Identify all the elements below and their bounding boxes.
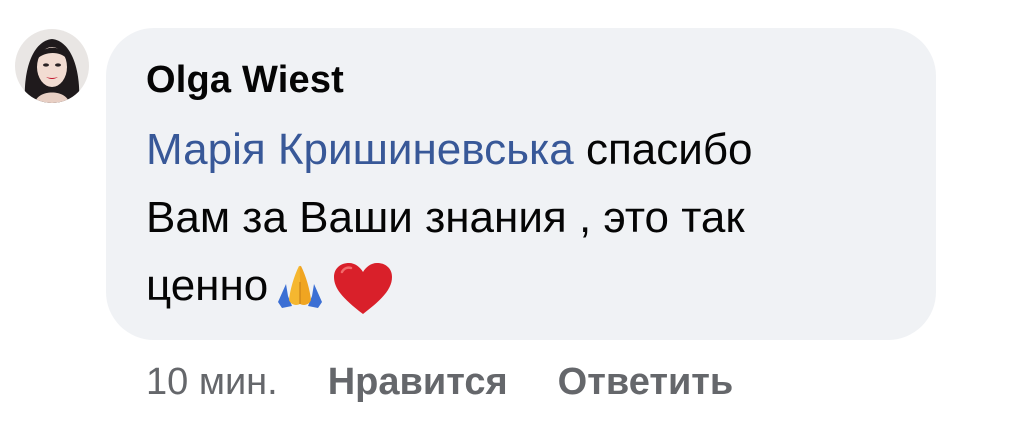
red-heart-emoji [332, 262, 394, 330]
profile-photo [15, 29, 89, 103]
comment-author-name[interactable]: Olga Wiest [146, 58, 896, 102]
comment-text-part: спасибо [585, 125, 753, 174]
comment-bubble: Olga Wiest Марія Кришиневська спасибо Ва… [106, 28, 936, 340]
reply-button[interactable]: Ответить [558, 360, 734, 404]
comment-actions: 10 мин. Нравится Ответить [146, 360, 733, 404]
like-button[interactable]: Нравится [328, 360, 508, 404]
comment-line-1: Марія Кришиневська спасибо [146, 116, 896, 184]
comment-timestamp[interactable]: 10 мин. [146, 360, 278, 404]
comment-line-3: ценно [146, 252, 896, 330]
comment-line-2: Вам за Ваши знания , это так [146, 193, 745, 242]
mention-link[interactable]: Марія Кришиневська [146, 125, 574, 174]
comment-text-part: ценно [146, 261, 269, 310]
avatar[interactable] [15, 29, 89, 103]
comment-text: Марія Кришиневська спасибо Вам за Ваши з… [146, 116, 896, 330]
folded-hands-emoji [276, 262, 324, 330]
